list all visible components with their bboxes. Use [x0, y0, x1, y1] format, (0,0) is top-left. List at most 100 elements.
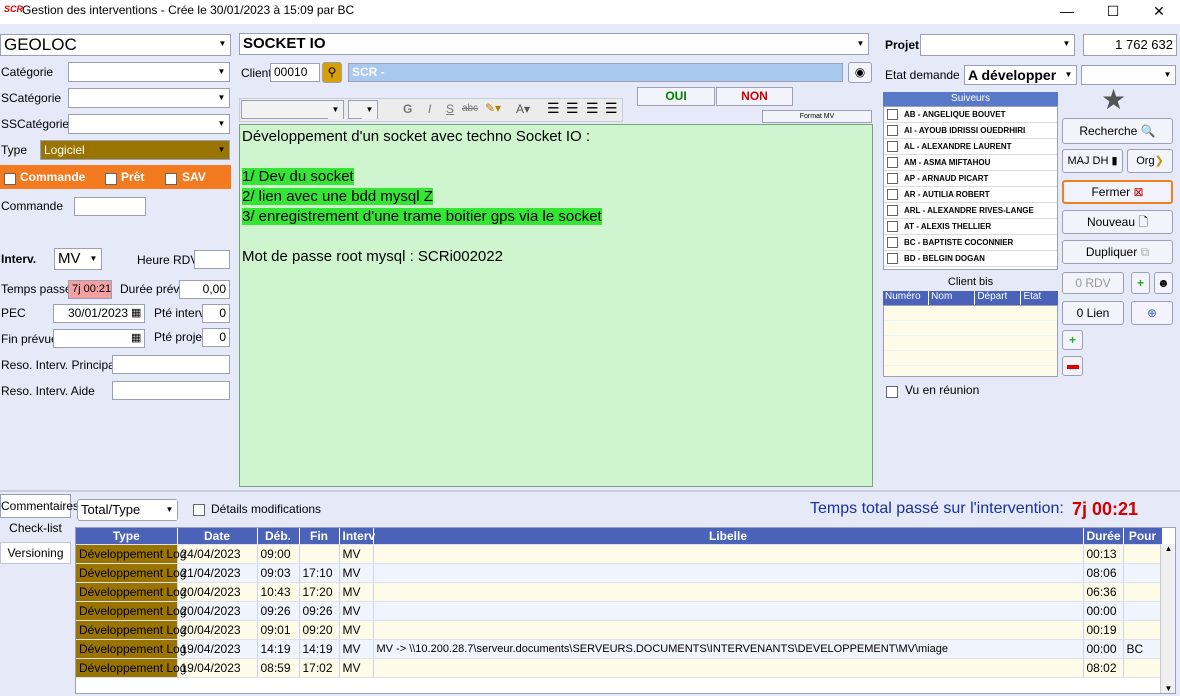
- tab-versioning[interactable]: Versioning: [0, 542, 71, 564]
- rdv-button[interactable]: 0 RDV: [1062, 272, 1124, 294]
- pte-interv-input[interactable]: 0: [202, 304, 230, 323]
- table-row[interactable]: Développement Log 20/04/2023 09:01 09:20 MV 0…: [76, 620, 1163, 640]
- attach-link-icon[interactable]: ⊕: [1131, 301, 1173, 325]
- suiveur-item[interactable]: AP - ARNAUD PICART: [884, 171, 1057, 187]
- font-color-icon[interactable]: A▾: [516, 102, 530, 116]
- recherche-button[interactable]: Recherche 🔍: [1062, 118, 1173, 144]
- align-left-icon[interactable]: ☰: [547, 100, 560, 117]
- suiveur-item[interactable]: ARL - ALEXANDRE RIVES-LANGE: [884, 203, 1057, 219]
- suiveur-item[interactable]: AR - AUTILIA ROBERT: [884, 187, 1057, 203]
- grid-scrollbar[interactable]: ▲ ▼: [1160, 544, 1175, 693]
- suiveur-checkbox[interactable]: [887, 141, 898, 153]
- heure-rdv-input[interactable]: [194, 250, 230, 269]
- eye-icon[interactable]: ◉: [848, 62, 872, 83]
- font-family-combo[interactable]: ▼: [241, 100, 344, 119]
- dupliquer-button[interactable]: Dupliquer ⧉: [1062, 240, 1173, 264]
- comment-editor[interactable]: Développement d'un socket avec techno So…: [239, 124, 873, 487]
- suiveurs-list[interactable]: AB - ANGELIQUE BOUVET AI - AYOUB IDRISSI …: [883, 106, 1058, 270]
- suiveur-item[interactable]: BD - BELGIN DOGAN: [884, 251, 1057, 267]
- underline-icon[interactable]: S: [446, 102, 454, 116]
- scroll-down-icon[interactable]: ▼: [1161, 684, 1175, 693]
- table-row[interactable]: Développement Log 20/04/2023 10:43 17:20 MV 0…: [76, 582, 1163, 602]
- column-header[interactable]: Interv: [339, 528, 375, 545]
- table-row[interactable]: Développement Log 21/04/2023 09:03 17:10 MV 0…: [76, 563, 1163, 583]
- suiveur-item[interactable]: AT - ALEXIS THELLIER: [884, 219, 1057, 235]
- org-button[interactable]: Org❯: [1127, 149, 1173, 173]
- suiveur-checkbox[interactable]: [887, 237, 898, 249]
- suiveur-checkbox[interactable]: [887, 157, 898, 169]
- duree-prev-input[interactable]: 0,00: [179, 280, 230, 299]
- reso-aide-input[interactable]: [112, 381, 230, 400]
- suiveur-item[interactable]: AI - AYOUB IDRISSI OUEDRHIRI: [884, 123, 1057, 139]
- client-bis-grid[interactable]: [883, 305, 1058, 377]
- suiveur-checkbox[interactable]: [887, 189, 898, 201]
- italic-icon[interactable]: I: [428, 102, 431, 116]
- scategorie-combo[interactable]: ▼: [68, 88, 230, 108]
- calendar-icon[interactable]: ▦: [131, 306, 141, 319]
- sav-checkbox[interactable]: [165, 171, 177, 185]
- subject-combo[interactable]: SOCKET IO ▼: [239, 33, 869, 55]
- highlight-icon[interactable]: ✎▾: [485, 101, 501, 115]
- star-icon[interactable]: ★: [1101, 86, 1126, 114]
- tab-commentaires[interactable]: Commentaires: [0, 494, 79, 518]
- table-row[interactable]: Développement Log 19/04/2023 08:59 17:02 MV 0…: [76, 658, 1163, 678]
- column-header[interactable]: Date: [177, 528, 258, 545]
- suiveur-checkbox[interactable]: [887, 173, 898, 185]
- column-header[interactable]: Fin: [299, 528, 340, 545]
- column-header[interactable]: Durée: [1083, 528, 1124, 545]
- sscategorie-combo[interactable]: ▼: [68, 114, 230, 134]
- scroll-up-icon[interactable]: ▲: [1161, 544, 1175, 553]
- projet-combo[interactable]: ▼: [920, 34, 1075, 56]
- non-button[interactable]: NON: [716, 87, 793, 106]
- user-add-icon[interactable]: ☻: [1154, 272, 1173, 294]
- table-row[interactable]: Développement Log 24/04/2023 09:00 MV 00:13: [76, 544, 1163, 564]
- strikethrough-icon[interactable]: abc: [462, 103, 478, 114]
- minimize-icon[interactable]: —: [1044, 0, 1090, 22]
- add-row-icon[interactable]: +: [1062, 330, 1083, 350]
- commande-checkbox[interactable]: [4, 171, 16, 185]
- nouveau-button[interactable]: Nouveau 🗋: [1062, 210, 1173, 234]
- suiveur-item[interactable]: AM - ASMA MIFTAHOU: [884, 155, 1057, 171]
- suiveur-checkbox[interactable]: [887, 109, 898, 121]
- commande-input[interactable]: [74, 197, 146, 216]
- fermer-button[interactable]: Fermer ⊠: [1062, 180, 1173, 204]
- total-type-combo[interactable]: Total/Type ▼: [77, 499, 178, 521]
- etat-demande-combo[interactable]: A développer ▼: [964, 65, 1077, 85]
- type-combo[interactable]: Logiciel ▼: [40, 140, 230, 160]
- align-justify-icon[interactable]: ☰: [605, 100, 618, 117]
- suiveur-item[interactable]: BC - BAPTISTE COCONNIER: [884, 235, 1057, 251]
- format-button[interactable]: Format MV: [762, 110, 872, 123]
- suiveur-checkbox[interactable]: [887, 205, 898, 217]
- table-row[interactable]: Développement Log 20/04/2023 09:26 09:26 MV 0…: [76, 601, 1163, 621]
- calendar-icon[interactable]: ▦: [131, 331, 141, 344]
- maximize-icon[interactable]: ☐: [1090, 0, 1136, 22]
- table-row[interactable]: Développement Log 19/04/2023 14:19 14:19 MV M…: [76, 639, 1163, 659]
- remove-row-icon[interactable]: [1062, 356, 1083, 376]
- majdh-button[interactable]: MAJ DH ▮: [1062, 149, 1123, 173]
- reso-principal-input[interactable]: [112, 355, 230, 374]
- client-combo[interactable]: GEOLOC ▼: [0, 34, 231, 56]
- add-icon[interactable]: +: [1131, 272, 1150, 294]
- key-icon[interactable]: ⚲: [322, 62, 342, 83]
- bold-icon[interactable]: G: [403, 102, 412, 116]
- suiveur-checkbox[interactable]: [887, 125, 898, 137]
- tab-check-list[interactable]: Check-list: [0, 518, 71, 540]
- interv-combo[interactable]: MV ▼: [54, 248, 102, 270]
- suiveur-item[interactable]: AB - ANGELIQUE BOUVET: [884, 107, 1057, 123]
- categorie-combo[interactable]: ▼: [68, 62, 230, 82]
- etat-secondary-combo[interactable]: ▼: [1081, 65, 1176, 85]
- client-code-input[interactable]: 00010: [270, 63, 320, 82]
- column-header[interactable]: Libelle: [373, 528, 1084, 545]
- pret-checkbox[interactable]: [105, 171, 117, 185]
- comments-grid[interactable]: Type Date Déb. Fin Interv Libelle Durée Pour Dé…: [75, 527, 1176, 694]
- suiveur-checkbox[interactable]: [887, 253, 898, 265]
- details-checkbox[interactable]: [193, 502, 205, 516]
- close-icon[interactable]: ✕: [1136, 0, 1180, 22]
- column-header[interactable]: Type: [76, 528, 178, 545]
- suiveur-item[interactable]: AL - ALEXANDRE LAURENT: [884, 139, 1057, 155]
- oui-button[interactable]: OUI: [637, 87, 715, 106]
- align-right-icon[interactable]: ☰: [586, 100, 599, 117]
- column-header[interactable]: Déb.: [257, 528, 300, 545]
- column-header[interactable]: Pour: [1123, 528, 1163, 545]
- lien-button[interactable]: 0 Lien: [1062, 301, 1124, 325]
